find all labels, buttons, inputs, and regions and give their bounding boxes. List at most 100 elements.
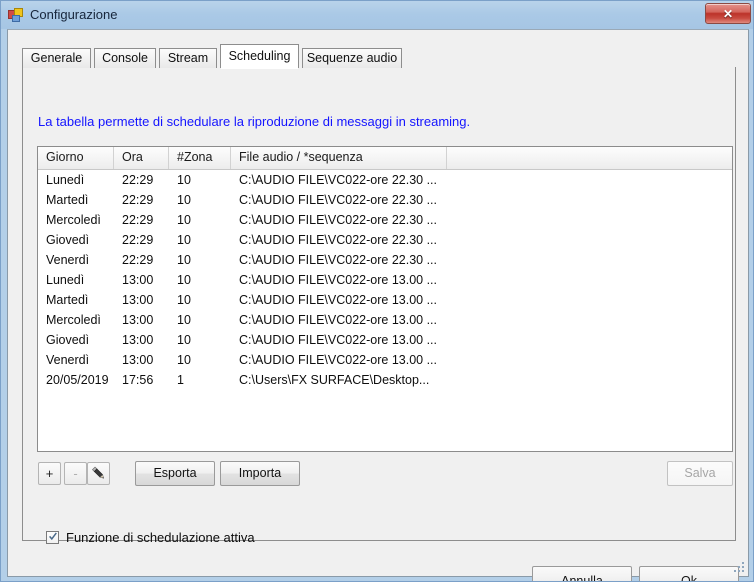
table-cell: 1 [177,373,184,387]
table-cell: 10 [177,333,191,347]
table-row[interactable]: Venerdì 13:00 10 C:\AUDIO FILE\VC022-ore 13… [38,350,732,370]
table-cell-filler [447,210,732,230]
table-cell-filler [447,290,732,310]
checkbox-box [46,531,59,544]
tab-generale[interactable]: Generale [22,48,91,68]
ok-button[interactable]: Ok [639,566,739,581]
table-cell: 10 [177,253,191,267]
resize-grip[interactable] [733,561,745,573]
table-cell: C:\Users\FX SURFACE\Desktop... [239,373,430,387]
table-cell: 22:29 [122,233,154,247]
table-cell: 10 [177,353,191,367]
table-column-header[interactable]: Giorno [38,147,114,169]
table-cell-filler [447,350,732,370]
table-cell: 10 [177,233,191,247]
close-icon: ✕ [722,6,734,21]
table-cell: 10 [177,313,191,327]
table-row[interactable]: Venerdì 22:29 10 C:\AUDIO FILE\VC022-ore 22… [38,250,732,270]
table-cell: 22:29 [122,253,154,267]
table-cell: 13:00 [122,333,154,347]
tab-console[interactable]: Console [94,48,156,68]
table-cell: Venerdì [46,253,90,267]
tab-strip: Generale Console Stream Scheduling Sequenze … [22,44,736,68]
table-cell: 13:00 [122,313,154,327]
table-cell: 10 [177,173,191,187]
add-row-button[interactable]: + [38,462,61,485]
scheduling-enabled-label: Funzione di schedulazione attiva [66,530,255,545]
table-cell-filler [447,330,732,350]
table-cell: C:\AUDIO FILE\VC022-ore 13.00 ... [239,353,437,367]
table-cell: 13:00 [122,353,154,367]
schedule-table[interactable]: Giorno Ora #Zona File audio / *sequenza Lun… [37,146,733,452]
table-cell-filler [447,190,732,210]
table-cell: C:\AUDIO FILE\VC022-ore 22.30 ... [239,233,437,247]
table-row[interactable]: Giovedì 13:00 10 C:\AUDIO FILE\VC022-ore 13… [38,330,732,350]
window-title: Configurazione [30,7,118,22]
table-cell: 17:56 [122,373,154,387]
table-cell: C:\AUDIO FILE\VC022-ore 13.00 ... [239,333,437,347]
table-cell: 13:00 [122,273,154,287]
remove-row-label: - [73,466,78,481]
table-row[interactable]: Lunedì 22:29 10 C:\AUDIO FILE\VC022-ore 22.… [38,170,732,190]
cancel-button[interactable]: Annulla [532,566,632,581]
table-cell: 10 [177,213,191,227]
table-cell: Giovedì [46,233,90,247]
table-column-header[interactable]: Ora [114,147,169,169]
table-cell: 10 [177,293,191,307]
import-button[interactable]: Importa [220,461,300,486]
table-cell: Lunedì [46,273,85,287]
title-bar: Configurazione ✕ [1,1,753,29]
table-cell: Martedì [46,193,89,207]
table-cell: Martedì [46,293,89,307]
table-cell: C:\AUDIO FILE\VC022-ore 22.30 ... [239,193,437,207]
table-cell: 10 [177,193,191,207]
table-row[interactable]: Martedì 22:29 10 C:\AUDIO FILE\VC022-ore 22… [38,190,732,210]
table-cell: C:\AUDIO FILE\VC022-ore 22.30 ... [239,173,437,187]
close-button[interactable]: ✕ [705,3,751,24]
table-row[interactable]: Lunedì 13:00 10 C:\AUDIO FILE\VC022-ore 13.… [38,270,732,290]
table-row[interactable]: 20/05/2019 17:56 1 C:\Users\FX SURFACE\Desk… [38,370,732,390]
table-cell-filler [447,370,732,390]
remove-row-button[interactable]: - [64,462,87,485]
table-cell: Mercoledì [46,313,101,327]
save-button[interactable]: Salva [667,461,733,486]
export-button[interactable]: Esporta [135,461,215,486]
table-cell: 22:29 [122,213,154,227]
table-cell: Mercoledì [46,213,101,227]
edit-row-button[interactable] [87,462,110,485]
table-row[interactable]: Giovedì 22:29 10 C:\AUDIO FILE\VC022-ore 22… [38,230,732,250]
table-cell: C:\AUDIO FILE\VC022-ore 13.00 ... [239,313,437,327]
table-column-header[interactable]: #Zona [169,147,231,169]
table-cell: 22:29 [122,173,154,187]
scheduling-enabled-checkbox[interactable]: Funzione di schedulazione attiva [46,530,255,545]
table-cell-filler [447,170,732,190]
table-header-row: Giorno Ora #Zona File audio / *sequenza [38,147,732,170]
table-column-header[interactable]: File audio / *sequenza [231,147,447,169]
table-cell: C:\AUDIO FILE\VC022-ore 13.00 ... [239,273,437,287]
table-body: Lunedì 22:29 10 C:\AUDIO FILE\VC022-ore 22.… [38,170,732,390]
table-cell: 22:29 [122,193,154,207]
table-cell: Lunedì [46,173,85,187]
tab-stream[interactable]: Stream [159,48,217,68]
table-cell: 20/05/2019 [46,373,109,387]
info-text: La tabella permette di schedulare la rip… [38,114,471,129]
table-cell: Venerdì [46,353,90,367]
table-cell: C:\AUDIO FILE\VC022-ore 13.00 ... [239,293,437,307]
tab-scheduling[interactable]: Scheduling [220,44,299,68]
checkmark-icon [49,532,57,541]
table-cell: 13:00 [122,293,154,307]
table-cell-filler [447,310,732,330]
table-cell: Giovedì [46,333,90,347]
table-cell: 10 [177,273,191,287]
table-row[interactable]: Mercoledì 13:00 10 C:\AUDIO FILE\VC022-ore … [38,310,732,330]
active-tab-notch [221,67,298,69]
table-row[interactable]: Mercoledì 22:29 10 C:\AUDIO FILE\VC022-ore … [38,210,732,230]
pencil-icon [88,463,109,484]
table-column-header-filler [447,147,732,169]
table-cell: C:\AUDIO FILE\VC022-ore 22.30 ... [239,253,437,267]
tab-sequenze-audio[interactable]: Sequenze audio [302,48,402,68]
table-row[interactable]: Martedì 13:00 10 C:\AUDIO FILE\VC022-ore 13… [38,290,732,310]
dialog-client-area: Generale Console Stream Scheduling Sequenze … [7,29,749,581]
add-row-label: + [45,466,54,481]
table-cell-filler [447,270,732,290]
